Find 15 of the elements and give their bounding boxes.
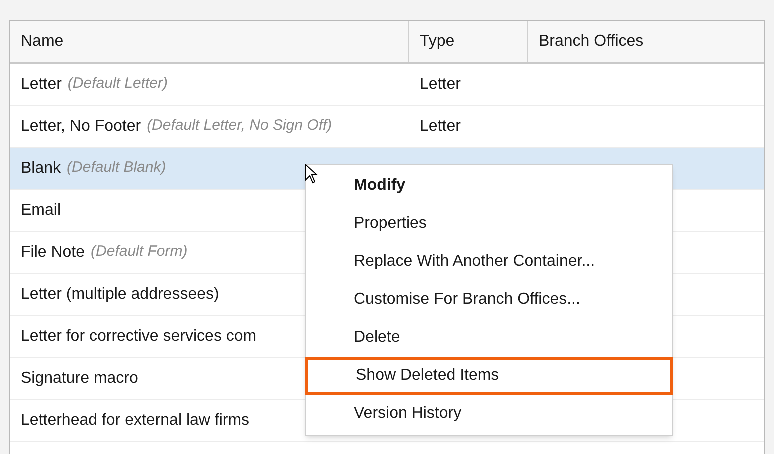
item-name: Letter for corrective services com — [21, 326, 257, 346]
item-type: Letter — [420, 76, 461, 92]
item-note: (Default Letter, No Sign Off) — [147, 116, 332, 136]
item-note: (Default Blank) — [67, 158, 166, 178]
item-name: Letter — [21, 74, 62, 94]
item-name: File Note — [21, 242, 86, 262]
item-name: Email — [21, 200, 62, 220]
item-name: Signature macro — [21, 368, 138, 388]
item-name: Blank — [21, 158, 62, 178]
item-type: Letter — [420, 118, 461, 134]
item-name: Letter, No Footer — [21, 116, 142, 136]
item-note: (Default Form) — [91, 242, 188, 262]
item-name: Letterhead for external law firms — [21, 410, 250, 430]
item-note: (Default Letter) — [68, 74, 168, 94]
item-name: Letter (multiple addressees) — [21, 284, 220, 304]
